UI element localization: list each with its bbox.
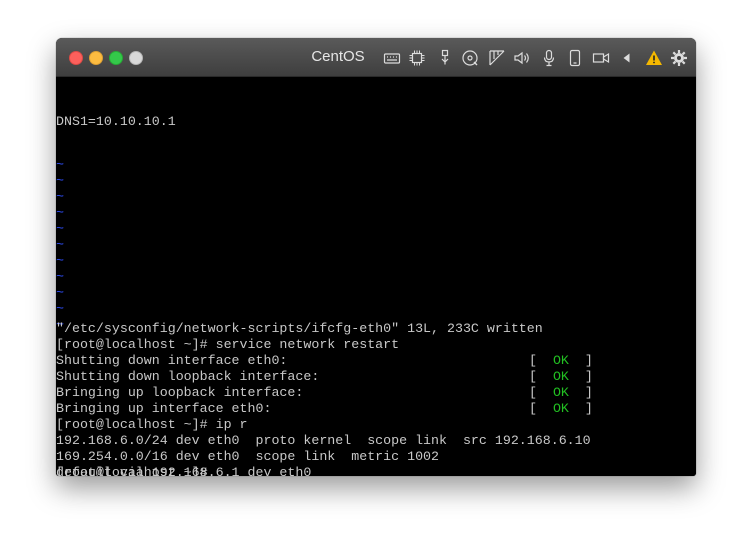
phone-icon[interactable] [566, 49, 584, 67]
camera-icon[interactable] [592, 49, 610, 67]
maximize-button[interactable] [109, 51, 123, 65]
restart-output-line: Bringing up interface eth0: [56, 401, 272, 416]
route-line: 169.254.0.0/16 dev eth0 scope link metri… [56, 449, 440, 464]
cd-disc-icon[interactable] [461, 49, 479, 67]
back-arrow-icon[interactable] [618, 49, 636, 67]
vi-empty-line-marker: ~ [56, 173, 64, 188]
ok-status: OK [552, 369, 569, 384]
network-icon[interactable] [488, 49, 506, 67]
status-indicator: [ OK ] [529, 401, 593, 416]
ok-status: OK [552, 385, 569, 400]
vi-empty-line-marker: ~ [56, 285, 64, 300]
vi-empty-line-marker: ~ [56, 205, 64, 220]
shell-prompt[interactable]: [root@localhost ~]# [56, 465, 216, 476]
close-button[interactable] [69, 51, 83, 65]
vi-empty-line-marker: ~ [56, 237, 64, 252]
usb-icon[interactable] [436, 49, 454, 67]
ok-status: OK [552, 353, 569, 368]
keyboard-icon[interactable] [383, 49, 401, 67]
vi-empty-line-marker: ~ [56, 253, 64, 268]
restart-output-line: Shutting down interface eth0: [56, 353, 288, 368]
warning-icon[interactable] [645, 49, 663, 67]
restart-output-line: Bringing up loopback interface: [56, 385, 304, 400]
vi-empty-line-marker: ~ [56, 269, 64, 284]
ok-status: OK [552, 401, 569, 416]
status-indicator: [ OK ] [529, 353, 593, 368]
restart-output-line: Shutting down loopback interface: [56, 369, 320, 384]
terminal-line: DNS1=10.10.10.1 [56, 114, 176, 129]
title-bar: CentOS [56, 38, 696, 77]
command-line: [root@localhost ~]# ip r [56, 417, 248, 432]
cpu-icon[interactable] [408, 49, 426, 67]
extra-window-button[interactable] [129, 51, 143, 65]
command-line: [root@localhost ~]# service network rest… [56, 337, 400, 352]
vi-empty-line-marker: ~ [56, 301, 64, 316]
gear-icon[interactable] [670, 49, 688, 67]
vi-empty-line-marker: ~ [56, 221, 64, 236]
window-title: CentOS [311, 48, 365, 65]
route-line: 192.168.6.0/24 dev eth0 proto kernel sco… [56, 433, 591, 448]
vm-window: CentOS DNS1=10.10.10.1 ~ ~ ~ ~ ~ ~ ~ ~ ~… [56, 38, 696, 476]
vi-empty-line-marker: ~ [56, 189, 64, 204]
vi-empty-line-marker: ~ [56, 157, 64, 172]
microphone-icon[interactable] [540, 49, 558, 67]
audio-icon[interactable] [513, 49, 531, 67]
status-indicator: [ OK ] [529, 385, 593, 400]
terminal-screen[interactable]: DNS1=10.10.10.1 ~ ~ ~ ~ ~ ~ ~ ~ ~ ~ ~ "/… [56, 77, 696, 476]
minimize-button[interactable] [89, 51, 103, 65]
status-indicator: [ OK ] [529, 369, 593, 384]
vi-status-line: "/etc/sysconfig/network-scripts/ifcfg-et… [56, 321, 543, 336]
